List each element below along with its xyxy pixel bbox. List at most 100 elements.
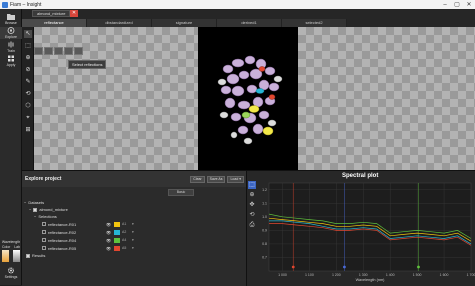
basic-tab[interactable]: Basic	[168, 188, 194, 196]
explore-header: Explore project Clear Save As Load ▾	[22, 171, 246, 187]
hyperspectral-image[interactable]	[198, 27, 298, 170]
selection-row[interactable]: reflectance-R01 👁 A1 ▾	[24, 220, 244, 228]
selection-value: A1	[122, 222, 127, 226]
color-swatch[interactable]	[114, 237, 120, 243]
eye-icon[interactable]: 👁	[106, 238, 112, 243]
pointer-tool[interactable]: ↖	[24, 30, 32, 38]
target-tool[interactable]: ⌖	[24, 114, 32, 122]
eye-icon[interactable]: 👁	[106, 230, 112, 235]
lab-swatch[interactable]	[13, 250, 20, 262]
sidebar-item-apply[interactable]: Apply	[0, 55, 22, 67]
plot-area	[268, 182, 472, 272]
band-marker-point	[291, 265, 295, 269]
tree-results[interactable]: Results	[24, 252, 244, 259]
color-swatch[interactable]	[114, 221, 120, 227]
tree-label: Results	[32, 253, 46, 258]
close-icon[interactable]: ✕	[70, 10, 78, 17]
window-title: Fiam – Insight	[10, 1, 42, 8]
spectral-chart[interactable]: 1 000 1 100 1 200 1 300 1 400 1 500 1 600 1 700…	[247, 171, 475, 286]
draw-tool[interactable]: ✎	[24, 78, 32, 86]
x-tick-label: 1 700	[467, 273, 475, 277]
x-tick-label: 1 300	[359, 273, 368, 277]
view-tabs: reflectance dbstandardized signature der…	[22, 19, 475, 27]
minimize-button[interactable]: –	[439, 2, 451, 8]
polygon-tool[interactable]: ⬡	[24, 102, 32, 110]
chevron-down-icon[interactable]: ▾	[132, 238, 134, 242]
sidebar-item-label: Browse	[5, 21, 17, 25]
select-mode-button[interactable]	[34, 47, 43, 55]
project-tree: − Datasets − almond_mixture − Selections re…	[24, 199, 244, 259]
zoom-out-tool[interactable]: ⊘	[24, 66, 32, 74]
swatch-label-color: Color	[1, 245, 11, 249]
selection-row[interactable]: reflectance-R04 👁 A4 ▾	[24, 236, 244, 244]
tree-label: Selections	[38, 214, 57, 219]
grid-tool[interactable]: ⊞	[24, 126, 32, 134]
selection-value: A2	[122, 230, 127, 234]
selection-name: reflectance-R01	[48, 221, 77, 227]
tree-datasets[interactable]: − Datasets	[24, 199, 244, 206]
explore-title: Explore project	[25, 176, 62, 182]
load-button[interactable]: Load ▾	[227, 175, 244, 183]
tab-signature[interactable]: signature	[152, 19, 217, 27]
tree-selections[interactable]: − Selections	[24, 213, 244, 220]
selection-name: reflectance-R04	[48, 237, 77, 243]
tab-derived1[interactable]: derived1	[217, 19, 282, 27]
selection-name: reflectance-R02	[48, 229, 77, 235]
y-tick-label: 1.2	[262, 188, 267, 192]
explore-subheader: Basic	[22, 187, 246, 197]
collapse-icon[interactable]: −	[24, 200, 26, 205]
selection-checkbox[interactable]	[42, 238, 46, 242]
chevron-down-icon[interactable]: ▾	[132, 246, 134, 250]
x-tick-label: 1 200	[332, 273, 341, 277]
clear-button[interactable]: Clear	[190, 175, 205, 183]
image-canvas[interactable]: Select reflections	[34, 27, 475, 170]
x-tick-label: 1 400	[386, 273, 395, 277]
file-tab[interactable]: almond_mixture	[32, 10, 70, 17]
selection-checkbox[interactable]	[42, 230, 46, 234]
almond-mixture-image	[217, 55, 283, 145]
zoom-in-tool[interactable]: ⊕	[24, 54, 32, 62]
results-icon	[26, 253, 30, 258]
sidebar-item-settings[interactable]: Settings	[0, 267, 22, 279]
color-swatch[interactable]	[114, 229, 120, 235]
color-swatch[interactable]	[2, 250, 9, 262]
select-mode-button[interactable]	[64, 47, 73, 55]
tool-strip: ↖ ⬚ ⊕ ⊘ ✎ ⟲ ⬡ ⌖ ⊞	[22, 27, 34, 170]
select-mode-button[interactable]	[44, 47, 53, 55]
sidebar-item-explore[interactable]: Explore	[0, 27, 22, 39]
save-as-button[interactable]: Save As	[206, 175, 226, 183]
collapse-icon[interactable]: −	[34, 214, 36, 219]
band-marker-point	[343, 265, 346, 269]
tree-dataset[interactable]: − almond_mixture	[24, 206, 244, 213]
tab-area: almond_mixture ✕ reflectance dbstandardi…	[22, 9, 475, 27]
explore-project-panel: Explore project Clear Save As Load ▾ Bas…	[22, 171, 247, 286]
eye-icon[interactable]: 👁	[106, 222, 112, 227]
maximize-button[interactable]: ▢	[451, 1, 463, 8]
sidebar-item-train[interactable]: Train	[0, 41, 22, 53]
select-mode-button[interactable]	[54, 47, 63, 55]
color-swatch[interactable]	[114, 245, 120, 251]
app-icon	[2, 1, 8, 8]
tab-reflectance[interactable]: reflectance	[22, 19, 87, 27]
eye-icon[interactable]: 👁	[106, 246, 112, 251]
collapse-icon[interactable]: −	[29, 207, 31, 212]
selection-row[interactable]: reflectance-R05 👁 A5 ▾	[24, 244, 244, 252]
x-axis-label: Wavelength (nm)	[356, 278, 386, 282]
close-window-button[interactable]: ✕	[463, 1, 475, 8]
select-mode-button[interactable]	[74, 47, 83, 55]
band-marker-point	[417, 265, 420, 269]
wavelength-legend: Wavelength Color Lab	[0, 240, 22, 264]
chevron-down-icon[interactable]: ▾	[132, 230, 134, 234]
selection-value: A4	[122, 238, 127, 242]
tab-dbstandardized[interactable]: dbstandardized	[87, 19, 152, 27]
selection-checkbox[interactable]	[42, 246, 46, 250]
rotate-tool[interactable]: ⟲	[24, 90, 32, 98]
selection-checkbox[interactable]	[42, 222, 46, 226]
sidebar-item-label: Apply	[6, 63, 16, 67]
chevron-down-icon[interactable]: ▾	[132, 222, 134, 226]
selection-row[interactable]: reflectance-R02 👁 A2 ▾	[24, 228, 244, 236]
sidebar-item-browse[interactable]: Browse	[0, 13, 22, 25]
rect-select-tool[interactable]: ⬚	[24, 42, 32, 50]
tab-selected2[interactable]: selected2	[282, 19, 347, 27]
tree-label: almond_mixture	[39, 207, 68, 212]
